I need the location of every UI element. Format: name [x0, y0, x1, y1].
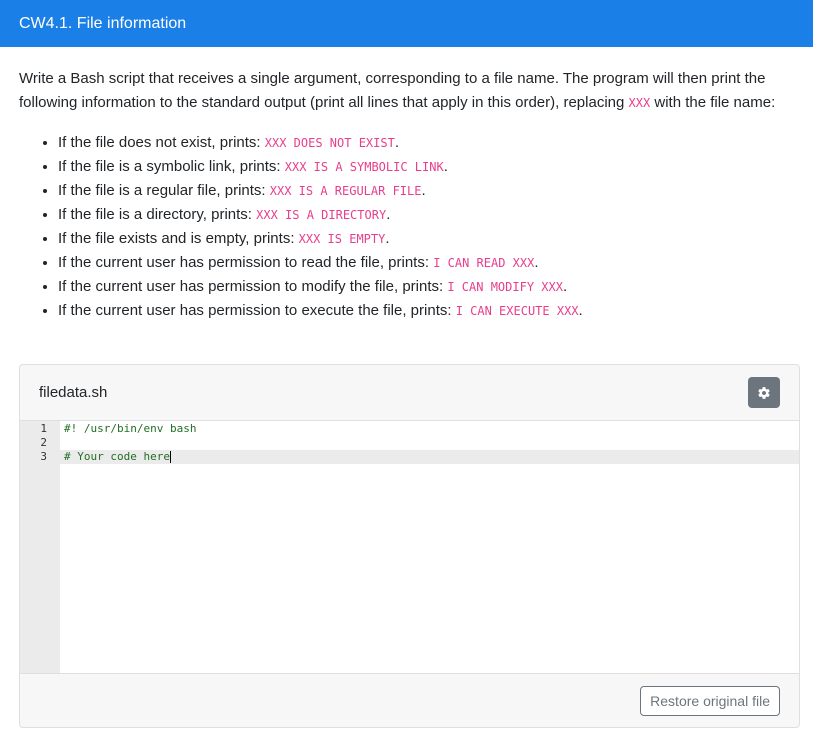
rule-code: XXX IS A REGULAR FILE	[269, 184, 422, 198]
code-line-content: # Your code here	[64, 450, 170, 463]
line-number: 1	[40, 422, 47, 435]
rule-end: .	[534, 254, 539, 271]
editor-filename: filedata.sh	[39, 384, 108, 401]
list-item: If the file is a regular file, prints: X…	[58, 179, 797, 203]
rule-code: XXX DOES NOT EXIST	[264, 136, 395, 150]
rule-end: .	[578, 302, 583, 319]
code-editor[interactable]: 1 #! /usr/bin/env bash 2 3 # Your code h…	[20, 421, 799, 674]
rule-code: I CAN READ XXX	[433, 256, 535, 270]
page-header: CW4.1. File information	[0, 0, 813, 47]
code-line-text: #! /usr/bin/env bash	[64, 422, 197, 435]
code-line[interactable]: 1 #! /usr/bin/env bash	[20, 422, 799, 436]
list-item: If the file is a symbolic link, prints: …	[58, 155, 797, 179]
page-title: CW4.1. File information	[19, 14, 187, 32]
problem-description: Write a Bash script that receives a sing…	[19, 67, 797, 323]
list-item: If the file does not exist, prints: XXX …	[58, 131, 797, 155]
rule-code: I CAN MODIFY XXX	[447, 280, 563, 294]
rule-end: .	[443, 158, 448, 175]
rule-text: If the file is a symbolic link, prints:	[58, 158, 285, 175]
gear-icon	[758, 386, 770, 399]
rule-code: XXX IS A SYMBOLIC LINK	[284, 160, 444, 174]
rule-text: If the current user has permission to mo…	[58, 278, 448, 295]
rule-end: .	[385, 230, 390, 247]
editor-card-header: filedata.sh	[20, 365, 799, 421]
rule-text: If the file is a regular file, prints:	[58, 182, 270, 199]
list-item: If the file is a directory, prints: XXX …	[58, 203, 797, 227]
rules-list: If the file does not exist, prints: XXX …	[19, 131, 797, 323]
rule-code: XXX IS EMPTY	[298, 232, 386, 246]
line-number: 2	[40, 436, 47, 449]
list-item: If the current user has permission to re…	[58, 251, 797, 275]
line-number: 3	[40, 450, 47, 463]
rule-text: If the current user has permission to re…	[58, 254, 434, 271]
rule-text: If the current user has permission to ex…	[58, 302, 456, 319]
editor-card: filedata.sh 1 #! /usr/bin/env bash 2 3 #…	[19, 364, 800, 728]
code-line[interactable]: 2	[20, 436, 799, 450]
rule-end: .	[562, 278, 568, 295]
editor-card-footer: Restore original file	[20, 674, 799, 727]
intro-paragraph: Write a Bash script that receives a sing…	[19, 67, 797, 115]
rule-code: I CAN EXECUTE XXX	[455, 304, 579, 318]
restore-original-file-button[interactable]: Restore original file	[640, 686, 780, 716]
list-item: If the file exists and is empty, prints:…	[58, 227, 797, 251]
list-item: If the current user has permission to ex…	[58, 299, 797, 323]
rule-end: .	[394, 134, 399, 151]
rule-code: XXX IS A DIRECTORY	[256, 208, 387, 222]
rule-end: .	[386, 206, 391, 223]
rule-text: If the file is a directory, prints:	[58, 206, 257, 223]
rule-text: If the file exists and is empty, prints:	[58, 230, 299, 247]
rule-text: If the file does not exist, prints:	[58, 134, 265, 151]
settings-button[interactable]	[748, 377, 780, 408]
intro-text-2: with the file name:	[650, 94, 776, 111]
text-cursor	[169, 451, 171, 463]
intro-placeholder-code: XXX	[628, 96, 651, 110]
rule-end: .	[421, 182, 426, 199]
code-line-text: # Your code here	[64, 450, 171, 464]
list-item: If the current user has permission to mo…	[58, 275, 797, 299]
code-line-active[interactable]: 3 # Your code here	[20, 450, 799, 464]
